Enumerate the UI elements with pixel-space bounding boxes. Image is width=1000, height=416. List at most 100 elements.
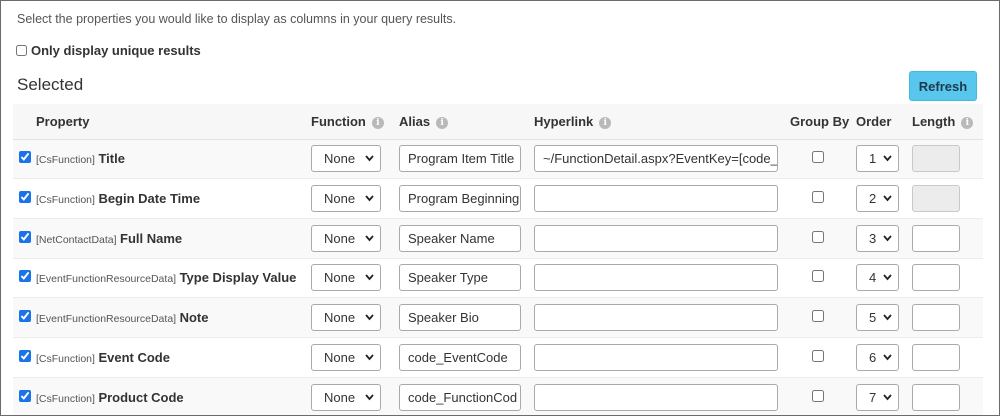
property-source: [CsFunction] [36,154,95,167]
length-input[interactable] [912,343,960,371]
header-function-label: Function [311,113,366,129]
order-select[interactable]: 7 [856,383,899,411]
chevron-down-icon [883,153,892,164]
order-value: 2 [869,191,877,207]
function-select[interactable]: None [311,383,381,411]
select-cell [13,297,36,338]
refresh-button[interactable]: Refresh [909,71,977,101]
property-name: Product Code [98,389,184,405]
header-alias-label: Alias [399,113,431,129]
function-value: None [324,270,356,286]
unique-results-checkbox[interactable] [16,45,27,56]
property-cell: [CsFunction] Title [36,138,311,179]
order-select[interactable]: 4 [856,264,899,292]
group-by-cell [790,297,856,338]
property-name: Event Code [98,349,170,365]
function-cell: None [311,297,399,338]
table-row: [CsFunction] Title None Program Item Tit… [13,138,983,179]
hyperlink-input[interactable]: ~/FunctionDetail.aspx?EventKey=[code_E [534,145,778,173]
alias-input[interactable]: Speaker Type [399,264,521,292]
select-cell [13,178,36,219]
chevron-down-icon [365,272,374,283]
order-select[interactable]: 5 [856,304,899,332]
hyperlink-input[interactable] [534,343,778,371]
chevron-down-icon [365,153,374,164]
header-group-by: Group By [790,104,856,140]
info-icon[interactable]: i [436,116,449,129]
alias-input[interactable]: code_EventCode [399,343,521,371]
row-select-checkbox[interactable] [19,310,31,323]
row-select-checkbox[interactable] [19,230,31,243]
order-select[interactable]: 1 [856,145,899,173]
group-by-checkbox[interactable] [812,151,824,164]
property-source: [EventFunctionResourceData] [36,273,177,286]
row-select-checkbox[interactable] [19,270,31,283]
row-select-checkbox[interactable] [19,191,31,204]
group-by-checkbox[interactable] [812,389,824,402]
function-select[interactable]: None [311,145,381,173]
hyperlink-input[interactable] [534,383,778,411]
group-by-checkbox[interactable] [812,191,824,204]
hyperlink-cell [534,178,790,219]
table-header-row: Property Function i Alias i Hyperlink i Gro… [13,104,983,140]
group-by-checkbox[interactable] [812,310,824,323]
function-value: None [324,230,356,246]
order-select[interactable]: 2 [856,185,899,213]
header-length-label: Length [912,113,956,129]
table-row: [EventFunctionResourceData] Type Display… [13,257,983,298]
order-select[interactable]: 3 [856,224,899,252]
alias-input[interactable]: Speaker Bio [399,304,521,332]
alias-cell: Program Beginning [399,178,534,219]
property-name: Type Display Value [179,270,297,286]
length-input[interactable] [912,304,960,332]
order-value: 7 [869,389,877,405]
property-cell: [EventFunctionResourceData] Type Display… [36,257,311,298]
function-select[interactable]: None [311,185,381,213]
hyperlink-cell [534,257,790,298]
row-select-checkbox[interactable] [19,349,31,362]
function-select[interactable]: None [311,264,381,292]
row-select-checkbox[interactable] [19,389,31,402]
length-input[interactable] [912,264,960,292]
property-cell: [NetContactData] Full Name [36,217,311,259]
hyperlink-input[interactable] [534,304,778,332]
alias-input[interactable]: Program Beginning [399,185,521,213]
property-cell: [EventFunctionResourceData] Note [36,297,311,338]
function-cell: None [311,138,399,179]
alias-input[interactable]: Program Item Title [399,145,521,173]
function-select[interactable]: None [311,304,381,332]
hyperlink-input[interactable] [534,185,778,213]
chevron-down-icon [365,312,374,323]
function-select[interactable]: None [311,224,381,252]
hyperlink-input[interactable] [534,264,778,292]
function-cell: None [311,217,399,259]
alias-input[interactable]: Speaker Name [399,224,521,252]
group-by-checkbox[interactable] [812,349,824,362]
table-row: [EventFunctionResourceData] Note None Sp… [13,297,983,338]
length-cell [912,217,983,259]
hyperlink-input[interactable] [534,224,778,252]
function-cell: None [311,336,399,378]
length-input[interactable] [912,224,960,252]
info-icon[interactable]: i [599,116,612,129]
length-cell [912,376,983,415]
select-cell [13,138,36,179]
property-cell: [CsFunction] Begin Date Time [36,178,311,219]
row-select-checkbox[interactable] [19,151,31,164]
order-select[interactable]: 6 [856,343,899,371]
section-title: Selected [17,75,84,94]
group-by-checkbox[interactable] [812,230,824,243]
group-by-cell [790,336,856,378]
order-cell: 7 [856,376,912,415]
length-input[interactable] [912,185,960,213]
unique-results-option[interactable]: Only display unique results [16,43,201,58]
alias-input[interactable]: code_FunctionCod [399,383,521,411]
info-icon[interactable]: i [371,116,384,129]
order-value: 1 [869,151,877,167]
length-input[interactable] [912,383,960,411]
function-select[interactable]: None [311,343,381,371]
length-input[interactable] [912,145,960,173]
info-icon[interactable]: i [961,116,974,129]
group-by-checkbox[interactable] [812,270,824,283]
property-name: Begin Date Time [98,191,201,207]
